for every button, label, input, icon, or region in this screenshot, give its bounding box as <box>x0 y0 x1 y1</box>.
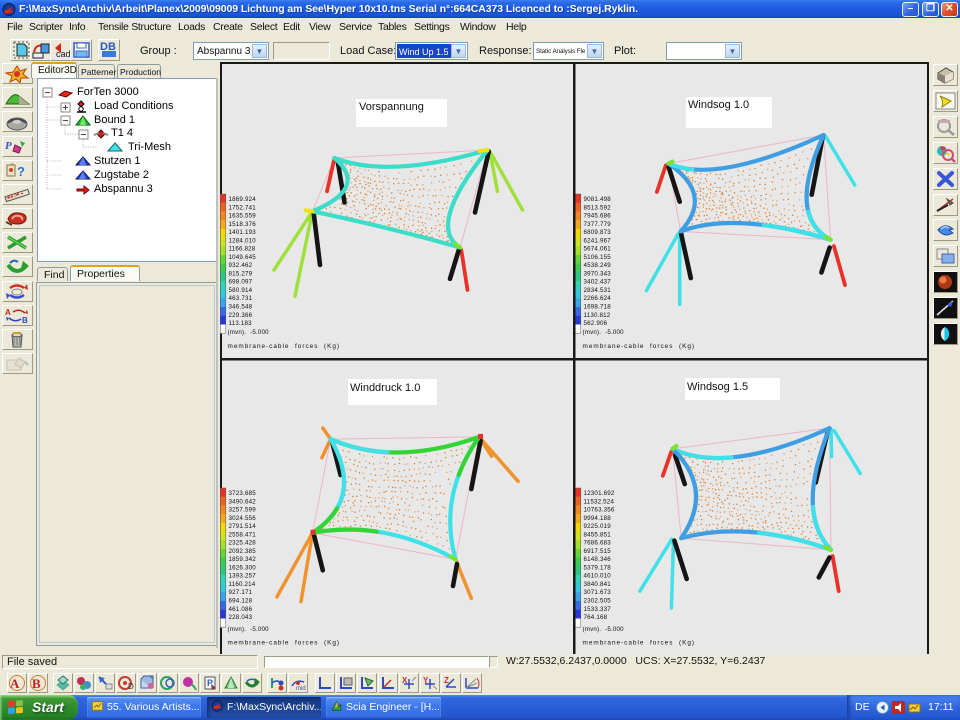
svg-text:9994.188: 9994.188 <box>584 515 612 522</box>
svg-text:2092.385: 2092.385 <box>229 548 257 555</box>
svg-text:3840.841: 3840.841 <box>584 581 612 588</box>
svg-text:A: A <box>5 308 11 317</box>
svg-text:1160.214: 1160.214 <box>229 581 256 588</box>
svg-text:3257.599: 3257.599 <box>229 507 257 514</box>
svg-text:1130.812: 1130.812 <box>584 312 611 319</box>
svg-text:694.128: 694.128 <box>229 598 253 605</box>
svg-text:3723.685: 3723.685 <box>229 490 257 497</box>
svg-text:3970.343: 3970.343 <box>584 270 612 277</box>
svg-text:2791.514: 2791.514 <box>229 523 257 530</box>
svg-text:mid: mid <box>296 686 306 692</box>
svg-text:764.168: 764.168 <box>584 614 608 621</box>
svg-text:12301.692: 12301.692 <box>584 490 615 497</box>
svg-text:5379.178: 5379.178 <box>584 564 612 571</box>
svg-text:113.183: 113.183 <box>229 320 253 327</box>
svg-text:5106.155: 5106.155 <box>584 254 612 261</box>
svg-text:2266.624: 2266.624 <box>584 295 612 302</box>
svg-text:11532.524: 11532.524 <box>584 498 615 505</box>
svg-text:815.279: 815.279 <box>229 270 253 277</box>
svg-text:Windsog 1.0: Windsog 1.0 <box>688 99 749 111</box>
svg-text:8513.592: 8513.592 <box>584 204 612 211</box>
svg-text:membrane-cable forces (Kg): membrane-cable forces (Kg) <box>583 640 696 647</box>
svg-text:Vorspannung: Vorspannung <box>359 101 424 113</box>
svg-text:9225.019: 9225.019 <box>584 523 612 530</box>
svg-text:580.914: 580.914 <box>229 287 253 294</box>
svg-text:membrane-cable forces (Kg): membrane-cable forces (Kg) <box>583 343 696 350</box>
svg-text:1166.828: 1166.828 <box>229 246 256 253</box>
svg-text:4610.010: 4610.010 <box>584 573 612 580</box>
svg-text:(mvn). -5.000: (mvn). -5.000 <box>228 626 270 633</box>
svg-text:228.043: 228.043 <box>229 614 253 621</box>
svg-text:6809.873: 6809.873 <box>584 229 612 236</box>
svg-text:6148.346: 6148.346 <box>584 556 612 563</box>
svg-text:7686.683: 7686.683 <box>584 540 612 547</box>
svg-text:4538.249: 4538.249 <box>584 262 612 269</box>
svg-text:1518.376: 1518.376 <box>229 221 257 228</box>
svg-text:698.097: 698.097 <box>229 279 253 286</box>
svg-text:1635.559: 1635.559 <box>229 213 257 220</box>
svg-text:Winddruck 1.0: Winddruck 1.0 <box>350 382 420 394</box>
svg-text:B: B <box>22 316 28 325</box>
svg-text:932.462: 932.462 <box>229 262 253 269</box>
svg-text:P: P <box>5 140 12 152</box>
svg-text:(mvn). -5.000: (mvn). -5.000 <box>583 626 625 633</box>
svg-text:562.906: 562.906 <box>584 320 608 327</box>
svg-text:(mvn). -5.000: (mvn). -5.000 <box>228 329 270 336</box>
svg-text:membrane-cable forces (Kg): membrane-cable forces (Kg) <box>228 640 341 647</box>
svg-text:1284.010: 1284.010 <box>229 237 257 244</box>
svg-text:2834.531: 2834.531 <box>584 287 612 294</box>
svg-text:1869.924: 1869.924 <box>229 196 257 203</box>
svg-text:(mvn). -5.000: (mvn). -5.000 <box>583 329 625 336</box>
svg-text:7377.779: 7377.779 <box>584 221 612 228</box>
svg-text:Windsog 1.5: Windsog 1.5 <box>687 381 748 393</box>
svg-text:7945.686: 7945.686 <box>584 213 612 220</box>
svg-text:Z: Z <box>444 676 449 685</box>
svg-text:6241.967: 6241.967 <box>584 237 612 244</box>
svg-text:461.086: 461.086 <box>229 606 253 613</box>
svg-text:1626.300: 1626.300 <box>229 564 257 571</box>
svg-text:3402.437: 3402.437 <box>584 279 612 286</box>
svg-text:346.548: 346.548 <box>229 304 253 311</box>
svg-text:927.171: 927.171 <box>229 589 253 596</box>
svg-text:2558.471: 2558.471 <box>229 531 257 538</box>
svg-text:D: D <box>128 682 134 691</box>
svg-text:2325.428: 2325.428 <box>229 540 257 547</box>
svg-text:463.731: 463.731 <box>229 295 253 302</box>
svg-text:membrane-cable forces (Kg): membrane-cable forces (Kg) <box>228 343 341 350</box>
svg-text:8455.851: 8455.851 <box>584 531 612 538</box>
svg-text:6917.515: 6917.515 <box>584 548 612 555</box>
svg-text:1752.741: 1752.741 <box>229 204 257 211</box>
svg-text:2302.505: 2302.505 <box>584 598 612 605</box>
svg-text:10763.356: 10763.356 <box>584 507 615 514</box>
svg-text:?: ? <box>17 164 25 179</box>
svg-text:9081.498: 9081.498 <box>584 196 612 203</box>
svg-text:1393.257: 1393.257 <box>229 573 257 580</box>
svg-text:1698.718: 1698.718 <box>584 304 612 311</box>
svg-text:1859.342: 1859.342 <box>229 556 257 563</box>
svg-text:1401.193: 1401.193 <box>229 229 257 236</box>
svg-text:3024.556: 3024.556 <box>229 515 257 522</box>
svg-text:229.366: 229.366 <box>229 312 253 319</box>
svg-text:1533.337: 1533.337 <box>584 606 612 613</box>
svg-text:3071.673: 3071.673 <box>584 589 612 596</box>
svg-text:1049.645: 1049.645 <box>229 254 257 261</box>
svg-text:cad: cad <box>56 49 71 59</box>
svg-text:3490.642: 3490.642 <box>229 498 257 505</box>
svg-text:5674.061: 5674.061 <box>584 246 612 253</box>
